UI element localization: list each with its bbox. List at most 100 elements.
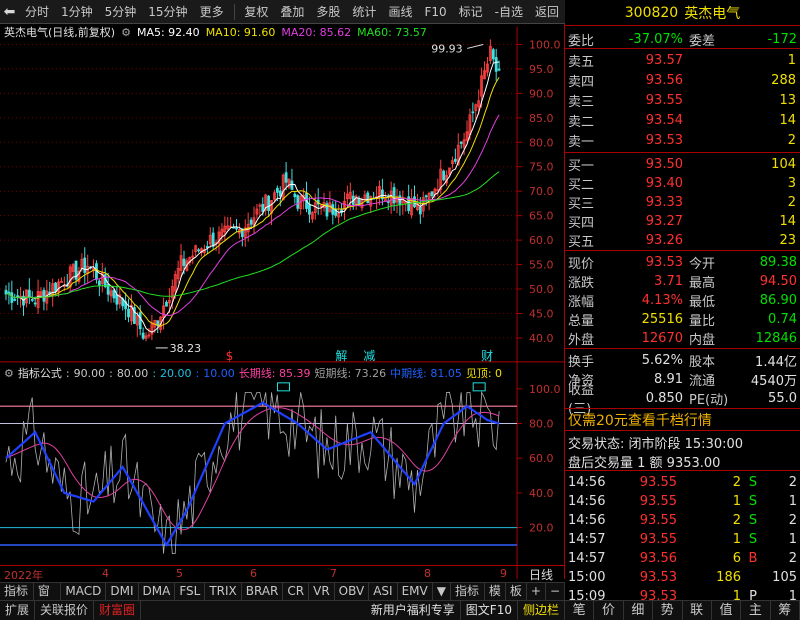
tb-zixuan[interactable]: -自选 [489, 0, 529, 24]
indicator-tab-15[interactable]: 模 [485, 583, 506, 600]
candle-body [33, 302, 37, 305]
indicator-tab-11[interactable]: ASI [369, 583, 398, 600]
top-marker [277, 382, 290, 392]
tb-15min[interactable]: 15分钟 [142, 0, 193, 24]
candle-body [235, 227, 238, 230]
indicator-tab-13[interactable]: ▼ [433, 583, 451, 600]
tab-wealth-circle[interactable]: 财富圈 [94, 601, 142, 620]
candle-body [357, 198, 361, 205]
quote-tab-3[interactable]: 势 [653, 601, 683, 620]
candle-body [54, 282, 57, 293]
tb-diejia[interactable]: 叠加 [274, 0, 310, 24]
indicator-tab-16[interactable]: 板 [506, 583, 527, 600]
candle-body [290, 180, 294, 190]
tb-huaxian[interactable]: 画线 [382, 0, 418, 24]
indicator-tab-10[interactable]: OBV [335, 583, 370, 600]
tb-biaoji[interactable]: 标记 [453, 0, 489, 24]
sell-row: 卖五 93.57 1 [568, 52, 796, 70]
quote-tab-6[interactable]: 主 [741, 601, 771, 620]
indicator-tab-12[interactable]: EMV [398, 583, 433, 600]
tb-5min[interactable]: 5分钟 [99, 0, 143, 24]
indicator-tab-6[interactable]: TRIX [205, 583, 242, 600]
ind-y-tick-label: 40.0 [529, 487, 553, 500]
ind-val-4: 10.00 [203, 366, 235, 380]
candle-body [308, 204, 311, 215]
x-axis: 2022年 4 5 6 7 8 9 [0, 567, 530, 582]
stat-row: 总量 25516 量比 0.74 [568, 311, 797, 329]
indicator-tab-3[interactable]: DMI [106, 583, 139, 600]
indicator-tab-1[interactable]: 窗口 [34, 583, 62, 615]
indicator-info-bar: ⚙ 指标公式 : 90.00 : 80.00 : 20.00 : 10.00 长… [4, 365, 503, 381]
y-tick-label: 60.0 [529, 234, 553, 247]
back-icon[interactable]: ⬅ [0, 0, 19, 24]
candle-body [13, 298, 17, 301]
candle-body [197, 249, 200, 252]
short-line-label: 短期线: 73.26 [314, 367, 387, 380]
kline-chart[interactable]: 100.0 95.0 90.0 85.0 80.0 75.0 70.0 65.0 60.0 55.… [0, 24, 565, 579]
indicator-name[interactable]: 指标公式 [18, 365, 62, 381]
tick-row: 14:56 93.55 2 S 2 [568, 512, 797, 528]
quote-tab-7[interactable]: 筹 [771, 601, 800, 620]
tb-tongji[interactable]: 统计 [346, 0, 382, 24]
tb-duogu[interactable]: 多股 [310, 0, 346, 24]
quote-tab-4[interactable]: 联 [683, 601, 712, 620]
tab-new-user[interactable]: 新用户福利专享 [366, 601, 461, 620]
tb-more[interactable]: 更多 [194, 0, 230, 24]
period-button[interactable]: 日线 [517, 566, 565, 582]
x-label-jul: 7 [330, 567, 337, 580]
event-mark: $ [226, 349, 234, 363]
buy-row: 买三 93.33 2 [568, 194, 796, 212]
tb-fuquan[interactable]: 复权 [238, 0, 274, 24]
indicator-tab-8[interactable]: CR [283, 583, 310, 600]
y-tick-label: 45.0 [529, 307, 553, 320]
candle-body [471, 111, 475, 114]
quote-tab-0[interactable]: 笔 [565, 601, 595, 620]
ma10-label: MA10: 91.60 [205, 25, 276, 39]
x-label-jun: 6 [250, 567, 257, 580]
promo-banner[interactable]: 仅需20元查看千档行情 [565, 410, 800, 430]
indicator-tab-5[interactable]: FSL [175, 583, 206, 600]
x-label-apr: 4 [102, 567, 109, 580]
top-marker [472, 382, 486, 392]
stat2-row: 换手 5.62% 股本 1.44亿 [568, 352, 797, 370]
settings-icon[interactable]: ⚙ [121, 26, 131, 39]
tab-sidebar[interactable]: 侧边栏 [518, 601, 565, 620]
x-label-aug: 8 [424, 567, 431, 580]
x-label-year: 2022年 [4, 569, 43, 582]
ma20-label: MA20: 85.62 [281, 25, 352, 39]
indicator-settings-icon[interactable]: ⚙ [4, 367, 14, 380]
tick-row: 14:56 93.55 2 S 2 [568, 474, 797, 490]
indicator-tab-0[interactable]: 指标A [0, 583, 34, 615]
tab-f10[interactable]: 图文F10 [461, 601, 518, 620]
quote-tabs: 笔价细势联值主筹 [565, 600, 800, 620]
candle-body [494, 57, 498, 72]
quote-tab-5[interactable]: 值 [712, 601, 742, 620]
tb-fenshi[interactable]: 分时 [19, 0, 55, 24]
quote-tab-1[interactable]: 价 [594, 601, 624, 620]
candle-body [331, 204, 335, 215]
candle-body [97, 280, 101, 286]
stat-row: 外盘 12670 内盘 12846 [568, 330, 797, 348]
indicator-tab-7[interactable]: BRAR [242, 583, 284, 600]
indicator-tab-18[interactable]: − [546, 583, 565, 600]
indicator-tab-9[interactable]: VR [309, 583, 335, 600]
quote-tab-2[interactable]: 细 [624, 601, 654, 620]
y-tick-label: 90.0 [529, 87, 553, 100]
tab-extend[interactable]: 扩展 [0, 601, 36, 620]
tb-1min[interactable]: 1分钟 [55, 0, 99, 24]
buy-row: 买四 93.27 14 [568, 213, 796, 231]
tb-fanhui[interactable]: 返回 [529, 0, 565, 24]
indicator-tab-14[interactable]: 指标B [451, 583, 485, 615]
stock-name: 英杰电气 [684, 5, 741, 22]
quote-panel: 300820 英杰电气 委比 -37.07% 委差 -172 卖五 93.57 1 卖四 93.… [565, 0, 800, 620]
tb-f10[interactable]: F10 [418, 0, 452, 24]
candle-body [491, 49, 495, 60]
ma20-line [5, 114, 500, 316]
indicator-tab-17[interactable]: + [527, 583, 546, 600]
candle-body [418, 206, 422, 215]
candle-body [497, 68, 501, 71]
indicator-tab-2[interactable]: MACD [61, 583, 107, 600]
candle-body [16, 295, 20, 298]
tab-related-quote[interactable]: 关联报价 [35, 601, 95, 620]
indicator-tab-4[interactable]: DMA [139, 583, 176, 600]
